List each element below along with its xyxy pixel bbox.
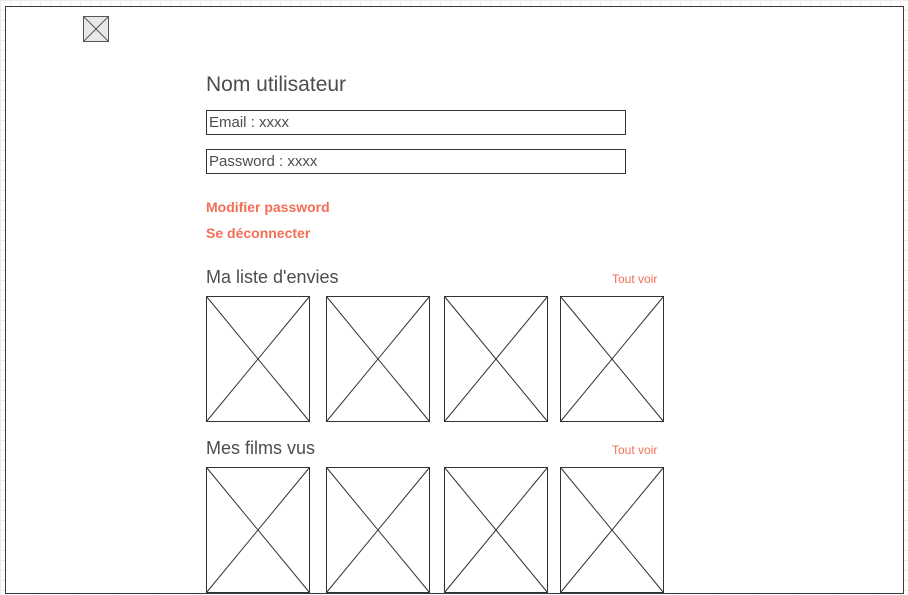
page-frame: Nom utilisateur Email : xxxx Password : … — [5, 6, 904, 594]
logout-link[interactable]: Se déconnecter — [206, 225, 310, 241]
watched-see-all-link[interactable]: Tout voir — [612, 443, 657, 457]
wishlist-see-all-link[interactable]: Tout voir — [612, 272, 657, 286]
wishlist-section-title: Ma liste d'envies — [206, 267, 339, 287]
modify-password-link[interactable]: Modifier password — [206, 199, 330, 215]
wishlist-thumbnail-placeholder-icon[interactable] — [444, 296, 548, 422]
email-field[interactable]: Email : xxxx — [206, 110, 626, 135]
wishlist-thumbnail-placeholder-icon[interactable] — [560, 296, 664, 422]
watched-thumbnail-placeholder-icon[interactable] — [206, 467, 310, 593]
watched-thumbnail-placeholder-icon[interactable] — [560, 467, 664, 593]
wishlist-thumbnail-placeholder-icon[interactable] — [206, 296, 310, 422]
wishlist-thumbnail-placeholder-icon[interactable] — [326, 296, 430, 422]
watched-thumbnail-placeholder-icon[interactable] — [326, 467, 430, 593]
watched-thumbnail-placeholder-icon[interactable] — [444, 467, 548, 593]
username-title: Nom utilisateur — [206, 73, 347, 96]
logo-placeholder-icon[interactable] — [83, 16, 109, 42]
watched-section-title: Mes films vus — [206, 438, 316, 458]
password-field[interactable]: Password : xxxx — [206, 149, 626, 174]
